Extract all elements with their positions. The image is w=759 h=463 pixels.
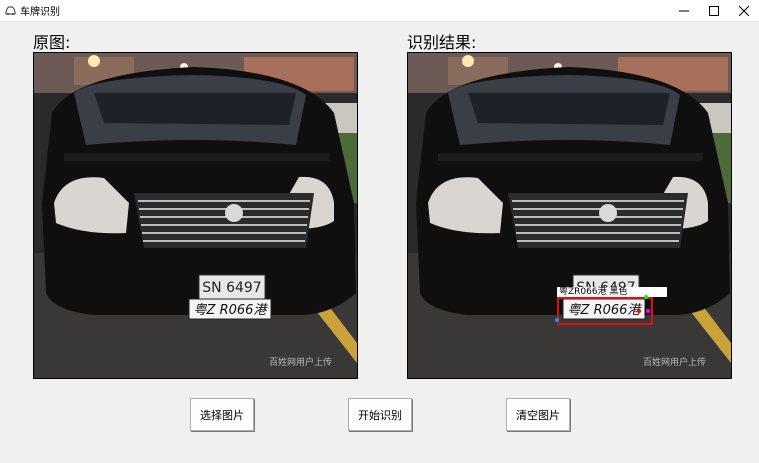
watermark-text: 百姓网用户上传 xyxy=(269,356,332,368)
start-recognition-button[interactable]: 开始识别 xyxy=(348,398,412,431)
original-image-label: 原图: xyxy=(33,33,71,52)
minimize-button[interactable] xyxy=(669,0,699,21)
minimize-icon xyxy=(679,10,689,11)
plate-top-text: SN 6497 xyxy=(202,280,261,296)
plate-keypoint xyxy=(646,309,650,313)
close-button[interactable] xyxy=(729,0,759,21)
plate-bottom-text: 粤Z R066港 xyxy=(194,302,269,318)
select-image-button[interactable]: 选择图片 xyxy=(190,398,254,431)
maximize-button[interactable] xyxy=(699,0,729,21)
maximize-icon xyxy=(709,5,719,16)
window-title: 车牌识别 xyxy=(20,7,60,18)
plate-keypoint xyxy=(555,318,559,322)
recognition-result-label: 粤ZR066港 黑色 xyxy=(557,287,667,297)
close-icon xyxy=(739,5,749,16)
watermark-text: 百姓网用户上传 xyxy=(643,356,706,368)
result-image-label: 识别结果: xyxy=(407,33,477,52)
plate-keypoint xyxy=(644,295,648,299)
title-bar: 车牌识别 xyxy=(0,0,759,22)
result-image: SN 6497 粤Z R066港 百姓网用户上传 粤ZR066港 黑色 xyxy=(407,52,732,379)
original-image: SN 6497 粤Z R066港 百姓网用户上传 xyxy=(33,52,358,379)
clear-image-button[interactable]: 清空图片 xyxy=(506,398,570,431)
car-icon xyxy=(5,6,16,15)
plate-keypoint xyxy=(637,309,641,313)
